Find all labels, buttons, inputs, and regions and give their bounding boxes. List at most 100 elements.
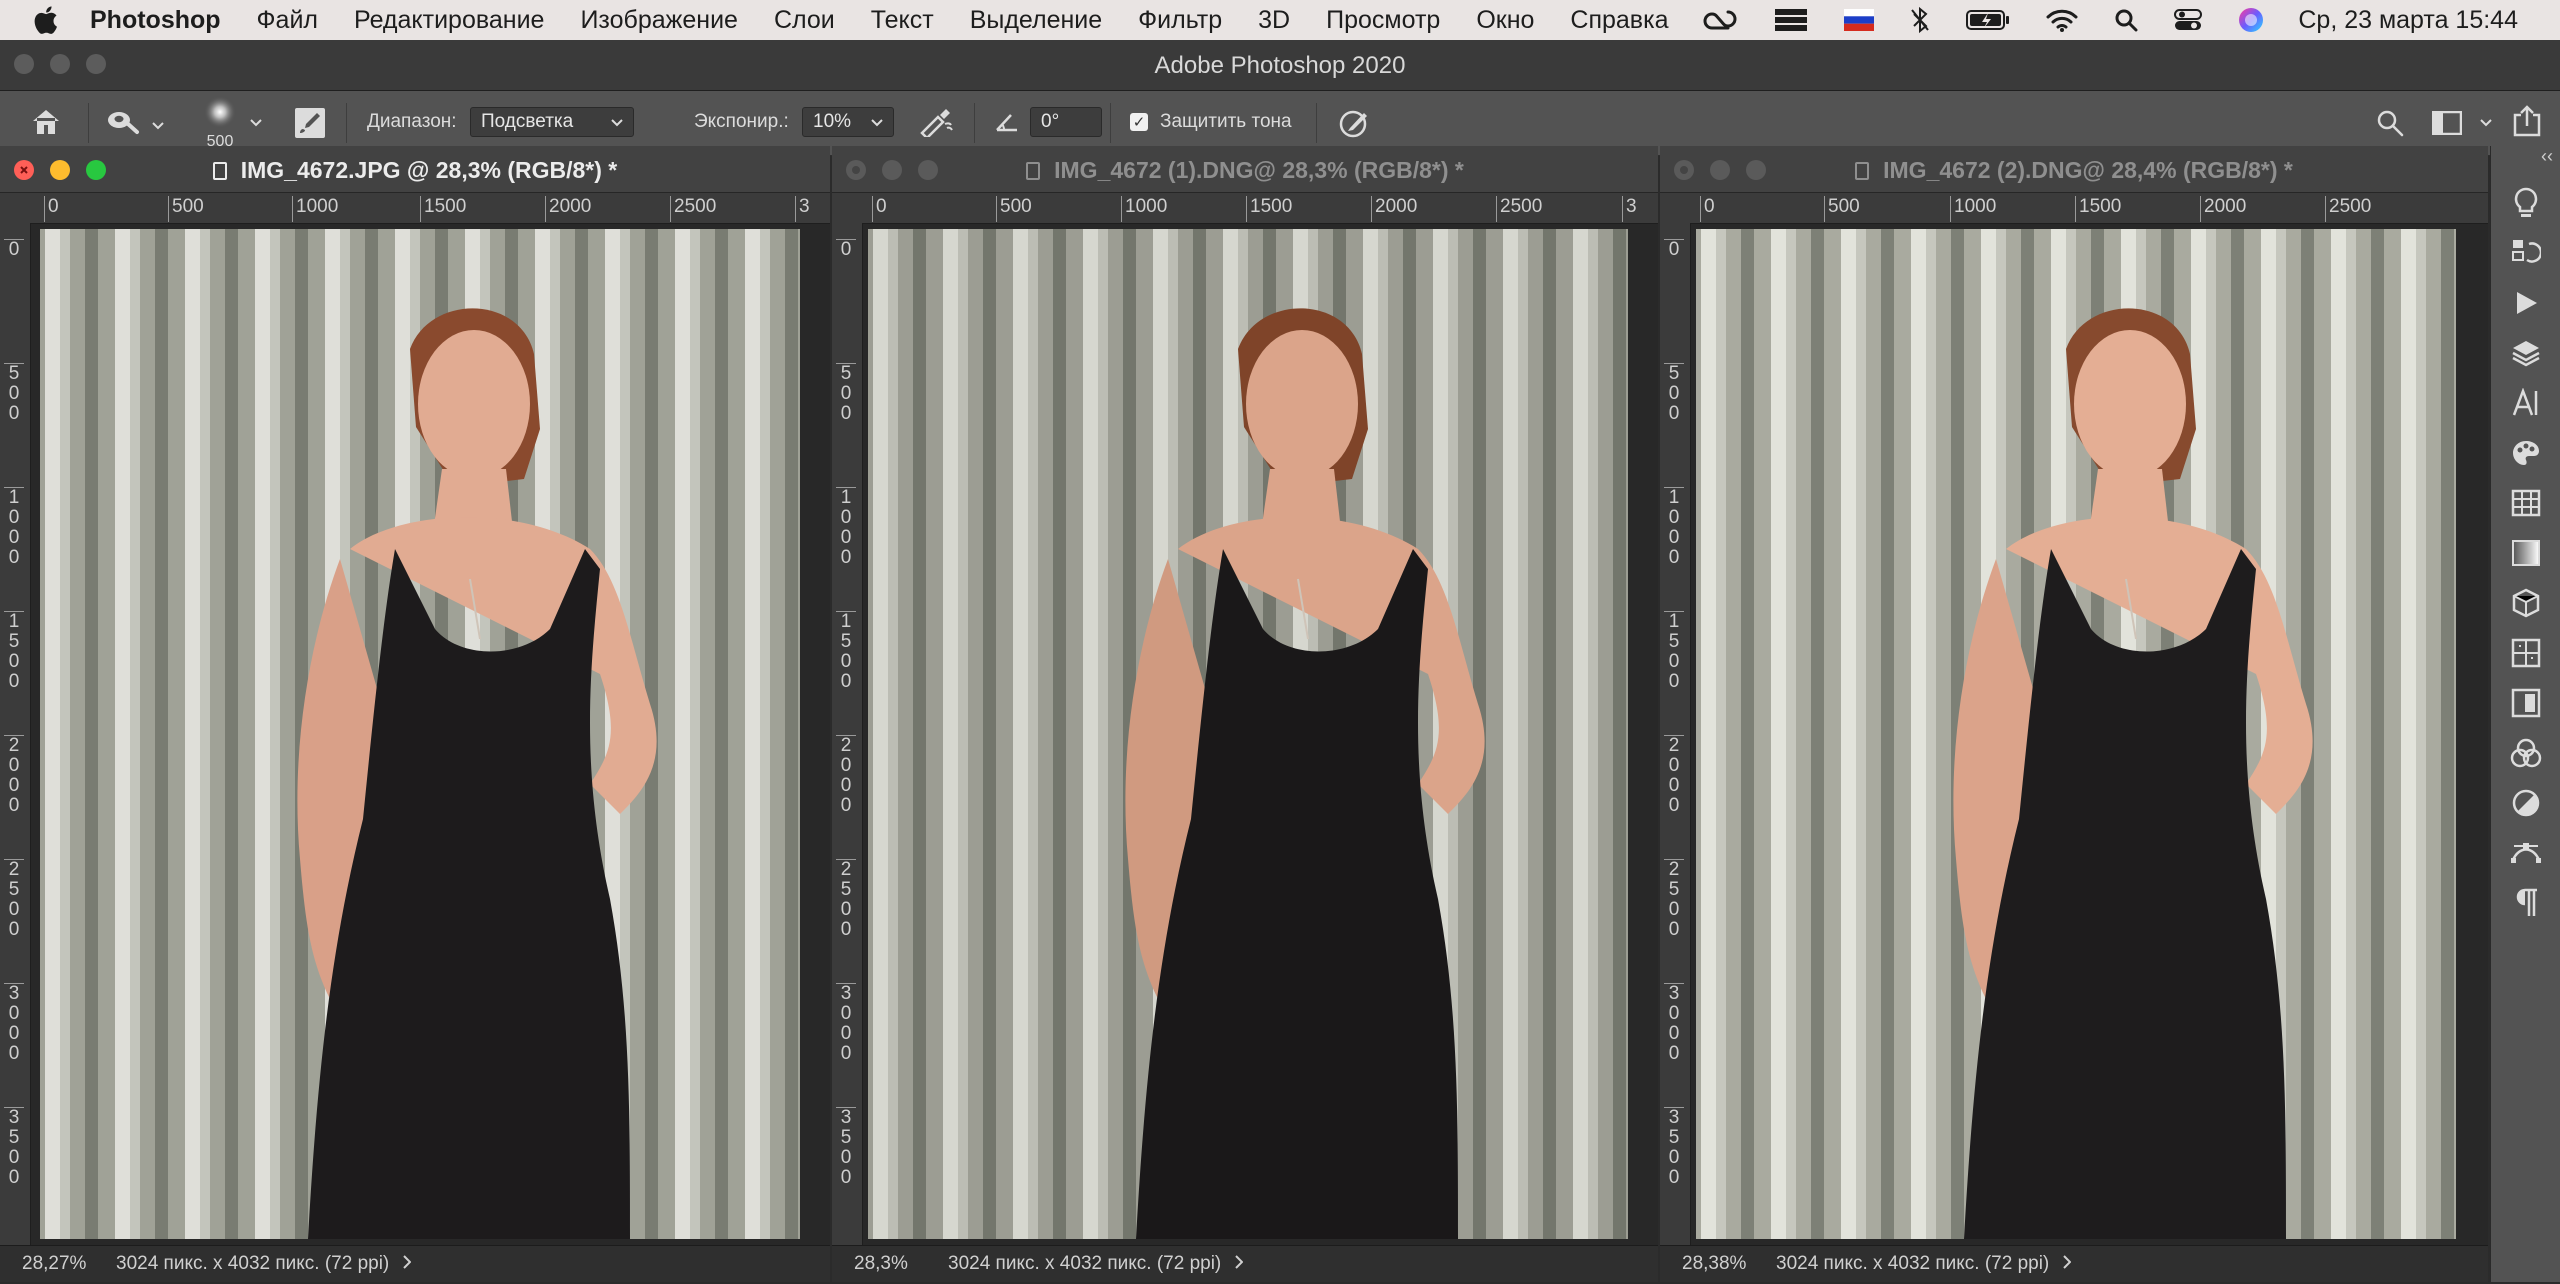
menubar-clock[interactable]: Ср, 23 марта 15:44: [2298, 6, 2518, 35]
layers-icon[interactable]: [2509, 336, 2543, 370]
menu-filter[interactable]: Фильтр: [1138, 6, 1222, 35]
creative-cloud-icon[interactable]: [1702, 8, 1738, 32]
search-icon[interactable]: [2376, 109, 2404, 137]
menu-select[interactable]: Выделение: [970, 6, 1102, 35]
ruler-tick: 3 0 0 0: [836, 983, 856, 1064]
workspace-icon[interactable]: [2432, 111, 2462, 135]
battery-icon[interactable]: [1966, 9, 2010, 31]
ruler-tick: 2000: [1371, 196, 1417, 222]
zoom-level[interactable]: 28,38%: [1682, 1253, 1752, 1275]
spotlight-icon[interactable]: [2114, 8, 2138, 32]
horizontal-ruler[interactable]: 0 500 1000 1500 2000 2500 3: [832, 193, 1658, 224]
vertical-ruler[interactable]: 0 5 0 0 1 0 0 0 1 5 0 0 2 0 0 0 2 5 0 0 …: [0, 223, 31, 1246]
vertical-ruler[interactable]: 0 5 0 0 1 0 0 0 1 5 0 0 2 0 0 0 2 5 0 0 …: [832, 223, 863, 1246]
brush-preset-picker[interactable]: 500: [196, 95, 244, 151]
ruler-tick: 2 0 0 0: [836, 735, 856, 816]
macos-menu-bar: Photoshop Файл Редактирование Изображени…: [0, 0, 2560, 40]
range-value: Подсветка: [481, 111, 574, 132]
collapse-panels-icon[interactable]: ‹‹: [2541, 146, 2553, 167]
vertical-ruler[interactable]: 0 5 0 0 1 0 0 0 1 5 0 0 2 0 0 0 2 5 0 0 …: [1660, 223, 1691, 1246]
table-icon[interactable]: [2509, 486, 2543, 520]
ruler-tick: 0: [44, 196, 59, 222]
pressure-size-icon[interactable]: [1338, 107, 1370, 139]
libraries-icon[interactable]: [2509, 686, 2543, 720]
paths-icon[interactable]: [2509, 836, 2543, 870]
chevron-down-icon[interactable]: [2480, 119, 2492, 127]
menu-3d[interactable]: 3D: [1258, 6, 1290, 35]
learn-icon[interactable]: [2509, 186, 2543, 220]
gradients-icon[interactable]: [2509, 536, 2543, 570]
menu-help[interactable]: Справка: [1570, 6, 1668, 35]
ruler-tick: 1 5 0 0: [836, 611, 856, 692]
glyphs-icon[interactable]: [2509, 636, 2543, 670]
bluetooth-icon[interactable]: [1910, 6, 1930, 34]
chevron-right-icon[interactable]: [2063, 1253, 2072, 1275]
app-menu-photoshop[interactable]: Photoshop: [90, 6, 221, 35]
ruler-tick: 2 0 0 0: [4, 735, 24, 816]
ruler-tick: 1 0 0 0: [836, 487, 856, 568]
document-title: IMG_4672 (1).DNG@ 28,3% (RGB/8*) *: [1054, 157, 1464, 183]
horizontal-ruler[interactable]: 0 500 1000 1500 2000 2500 3: [0, 193, 830, 224]
apple-menu-icon[interactable]: [32, 5, 62, 35]
airbrush-icon[interactable]: [918, 107, 954, 137]
image-canvas[interactable]: [40, 229, 800, 1239]
angle-field[interactable]: 0°: [1030, 107, 1102, 137]
document-title: IMG_4672.JPG @ 28,3% (RGB/8*) *: [240, 157, 618, 183]
chevron-down-icon: [871, 111, 883, 133]
zoom-level[interactable]: 28,27%: [22, 1253, 92, 1275]
zoom-level[interactable]: 28,3%: [854, 1253, 924, 1275]
share-icon[interactable]: [2512, 105, 2542, 137]
keyboard-brightness-icon[interactable]: [1774, 7, 1808, 33]
document-tab-2[interactable]: IMG_4672 (1).DNG@ 28,3% (RGB/8*) *: [832, 146, 1658, 193]
chevron-right-icon[interactable]: [1235, 1253, 1244, 1275]
actions-icon[interactable]: [2509, 286, 2543, 320]
3d-icon[interactable]: [2509, 586, 2543, 620]
channels-icon[interactable]: [2509, 736, 2543, 770]
menu-layers[interactable]: Слои: [774, 6, 835, 35]
ruler-tick: 2 0 0 0: [1664, 735, 1684, 816]
control-center-icon[interactable]: [2174, 8, 2203, 32]
image-canvas[interactable]: [1696, 229, 2456, 1239]
document-window-3: IMG_4672 (2).DNG@ 28,4% (RGB/8*) * 0 500…: [1660, 146, 2488, 1282]
exposure-label: Экспонир.:: [694, 111, 789, 132]
exposure-field[interactable]: 10%: [802, 107, 894, 137]
chevron-right-icon[interactable]: [403, 1253, 412, 1275]
adjustments-icon[interactable]: [2509, 786, 2543, 820]
document-tab-3[interactable]: IMG_4672 (2).DNG@ 28,4% (RGB/8*) *: [1660, 146, 2488, 193]
menu-view[interactable]: Просмотр: [1326, 6, 1440, 35]
menu-image[interactable]: Изображение: [580, 6, 737, 35]
document-tab-1[interactable]: IMG_4672.JPG @ 28,3% (RGB/8*) *: [0, 146, 830, 193]
menu-file[interactable]: Файл: [257, 6, 318, 35]
swatches-icon[interactable]: [2509, 436, 2543, 470]
menu-type[interactable]: Текст: [871, 6, 934, 35]
image-canvas[interactable]: [868, 229, 1628, 1239]
ruler-tick: 2000: [545, 196, 591, 222]
history-icon[interactable]: [2509, 236, 2543, 270]
brush-settings-icon[interactable]: [294, 107, 326, 139]
document-window-1: IMG_4672.JPG @ 28,3% (RGB/8*) * 0 500 10…: [0, 146, 830, 1282]
document-dimensions: 3024 пикс. x 4032 пикс. (72 ppi): [116, 1253, 390, 1274]
siri-icon[interactable]: [2238, 7, 2264, 33]
horizontal-ruler[interactable]: 0 500 1000 1500 2000 2500: [1660, 193, 2488, 224]
protect-tones-checkbox[interactable]: ✓ Защитить тона: [1130, 111, 1292, 133]
menu-edit[interactable]: Редактирование: [354, 6, 544, 35]
ruler-tick: 1 0 0 0: [4, 487, 24, 568]
paragraph-icon[interactable]: [2509, 886, 2543, 920]
menu-window[interactable]: Окно: [1476, 6, 1534, 35]
wifi-icon[interactable]: [2046, 8, 2078, 32]
window-title-bar: Adobe Photoshop 2020: [0, 40, 2560, 91]
ruler-tick: 0: [4, 239, 24, 260]
ruler-tick: 1 5 0 0: [1664, 611, 1684, 692]
ruler-tick: 2500: [1496, 196, 1542, 222]
chevron-down-icon[interactable]: [250, 119, 262, 127]
russian-flag-icon[interactable]: [1844, 9, 1875, 31]
ruler-tick: 1500: [2075, 196, 2121, 222]
ruler-tick: 2 5 0 0: [4, 859, 24, 940]
document-status-bar: 28,3% 3024 пикс. x 4032 пикс. (72 ppi): [832, 1245, 1658, 1282]
character-icon[interactable]: [2509, 386, 2543, 420]
home-icon[interactable]: [30, 107, 62, 137]
angle-value: 0°: [1041, 111, 1060, 132]
ruler-tick: 0: [1664, 239, 1684, 260]
range-select[interactable]: Подсветка: [470, 107, 634, 137]
tool-preset-picker[interactable]: [106, 109, 164, 141]
